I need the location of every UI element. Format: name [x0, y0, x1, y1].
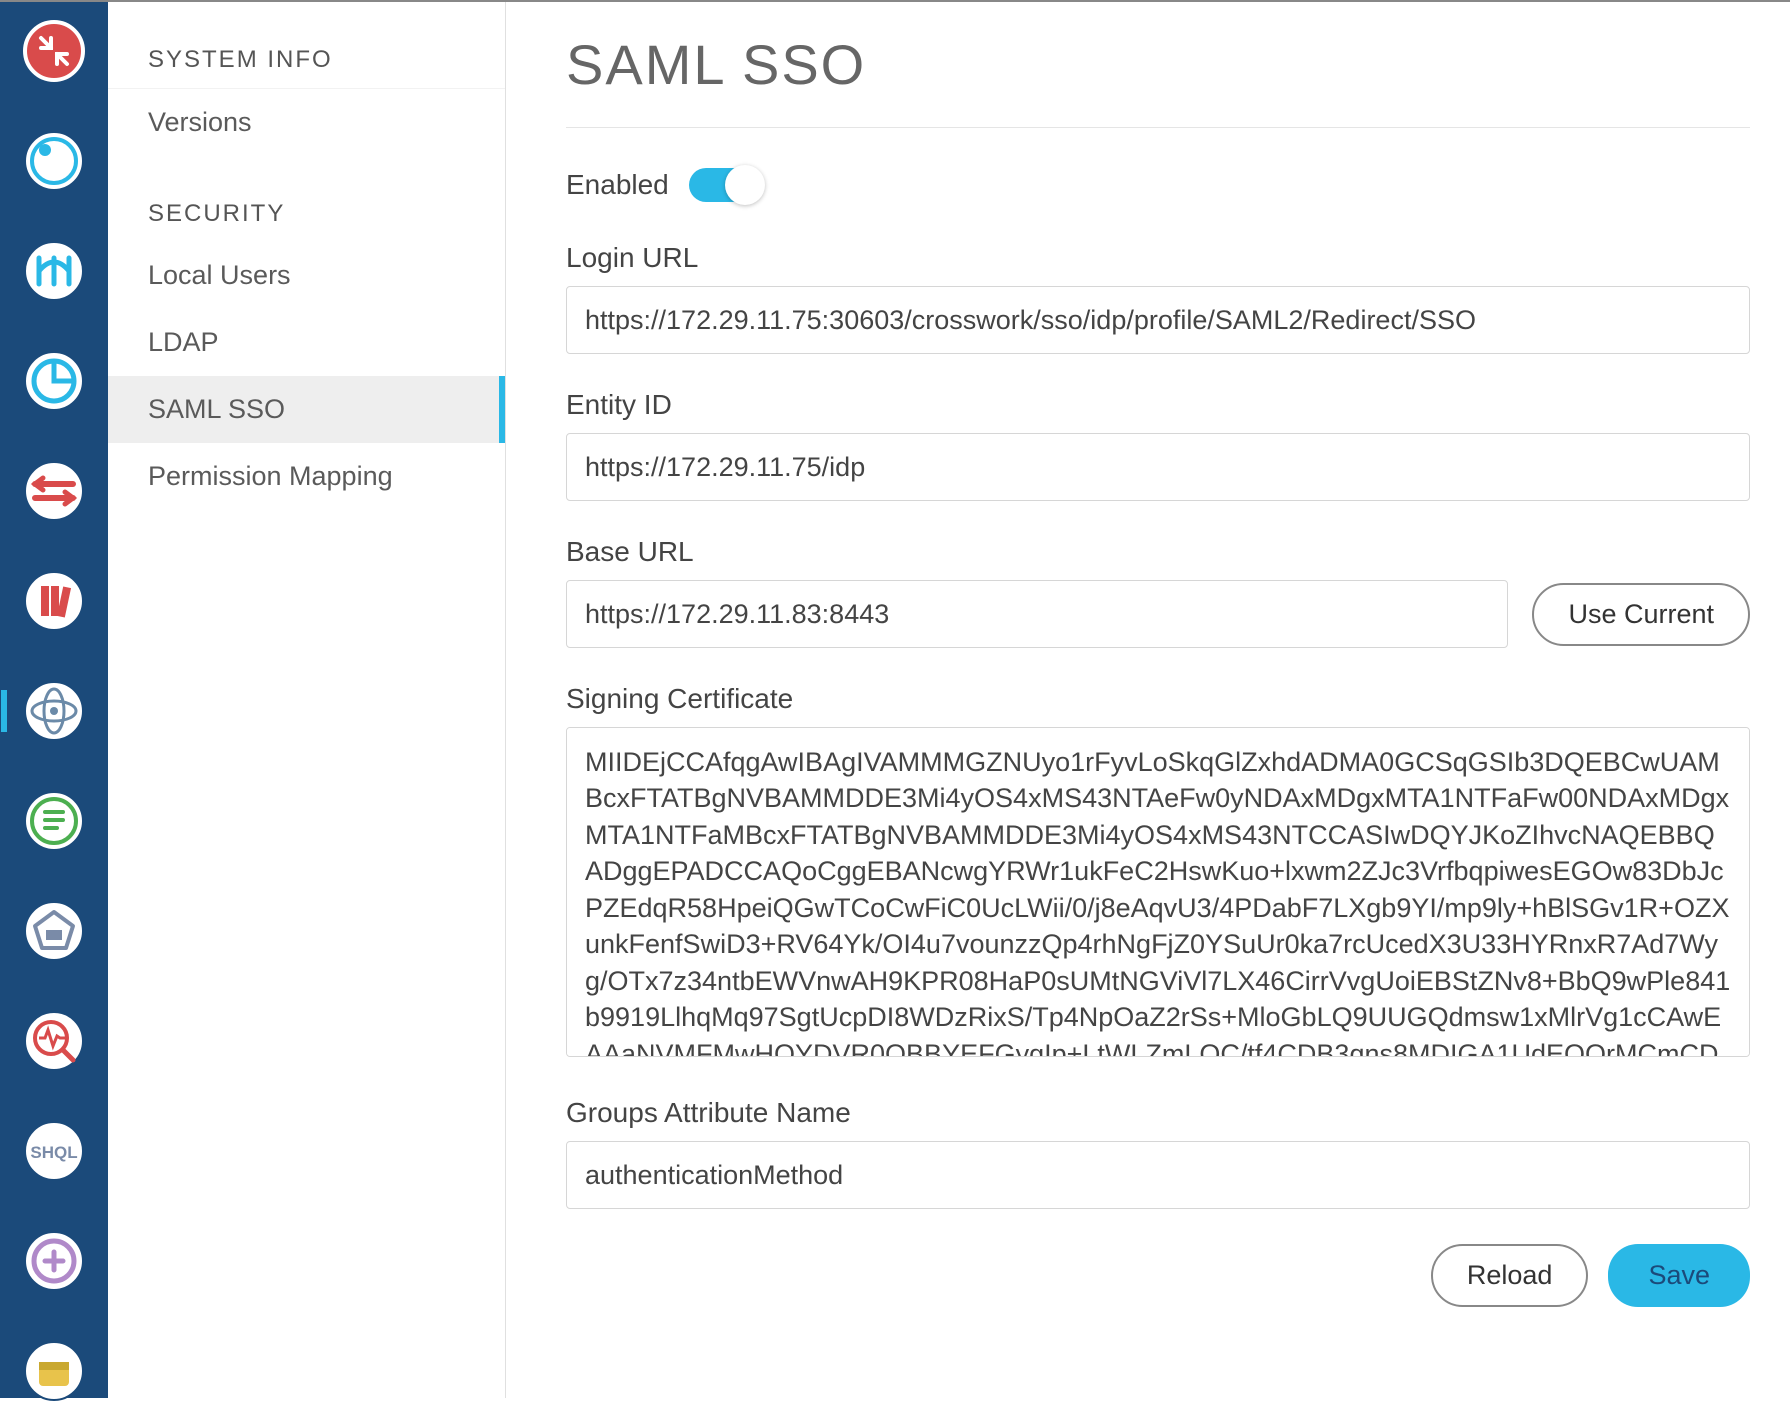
enabled-toggle[interactable]: [689, 168, 763, 202]
sidebar-item-local-users[interactable]: Local Users: [108, 242, 505, 309]
enabled-label: Enabled: [566, 169, 669, 201]
reload-button[interactable]: Reload: [1431, 1244, 1589, 1307]
rail-docs-icon[interactable]: [23, 790, 85, 852]
rail-monitor-icon[interactable]: [23, 1010, 85, 1072]
rail-routes-icon[interactable]: [23, 460, 85, 522]
sidebar-item-permission-mapping[interactable]: Permission Mapping: [108, 443, 505, 510]
base-url-label: Base URL: [566, 536, 1750, 568]
sidebar-item-versions[interactable]: Versions: [108, 89, 505, 156]
rail-compress-icon[interactable]: [23, 20, 85, 82]
icon-rail: SHQL: [0, 2, 108, 1398]
toggle-knob: [725, 165, 765, 205]
groups-attr-input[interactable]: [566, 1141, 1750, 1209]
rail-pipeline-icon[interactable]: [23, 240, 85, 302]
entity-id-input[interactable]: [566, 433, 1750, 501]
entity-id-label: Entity ID: [566, 389, 1750, 421]
rail-globe-icon[interactable]: [23, 130, 85, 192]
sidebar: SYSTEM INFO Versions SECURITY Local User…: [108, 2, 506, 1398]
save-button[interactable]: Save: [1608, 1244, 1750, 1307]
signing-cert-label: Signing Certificate: [566, 683, 1750, 715]
title-divider: [566, 127, 1750, 128]
svg-text:SHQL: SHQL: [30, 1143, 77, 1162]
section-header-system-info: SYSTEM INFO: [108, 32, 505, 89]
rail-add-icon[interactable]: [23, 1230, 85, 1292]
sidebar-item-saml-sso[interactable]: SAML SSO: [108, 376, 505, 443]
signing-cert-textarea[interactable]: [566, 727, 1750, 1057]
section-header-security: SECURITY: [108, 186, 505, 242]
rail-package-icon[interactable]: [23, 1340, 85, 1402]
page-title: SAML SSO: [566, 32, 1750, 97]
sidebar-item-ldap[interactable]: LDAP: [108, 309, 505, 376]
rail-library-icon[interactable]: [23, 570, 85, 632]
main-content: SAML SSO Enabled Login URL Entity ID Bas…: [506, 2, 1790, 1398]
groups-attr-label: Groups Attribute Name: [566, 1097, 1750, 1129]
base-url-input[interactable]: [566, 580, 1508, 648]
use-current-button[interactable]: Use Current: [1532, 583, 1750, 646]
login-url-label: Login URL: [566, 242, 1750, 274]
rail-topology-icon[interactable]: [23, 900, 85, 962]
rail-network-icon[interactable]: [23, 680, 85, 742]
rail-shql-icon[interactable]: SHQL: [23, 1120, 85, 1182]
login-url-input[interactable]: [566, 286, 1750, 354]
rail-chart-icon[interactable]: [23, 350, 85, 412]
